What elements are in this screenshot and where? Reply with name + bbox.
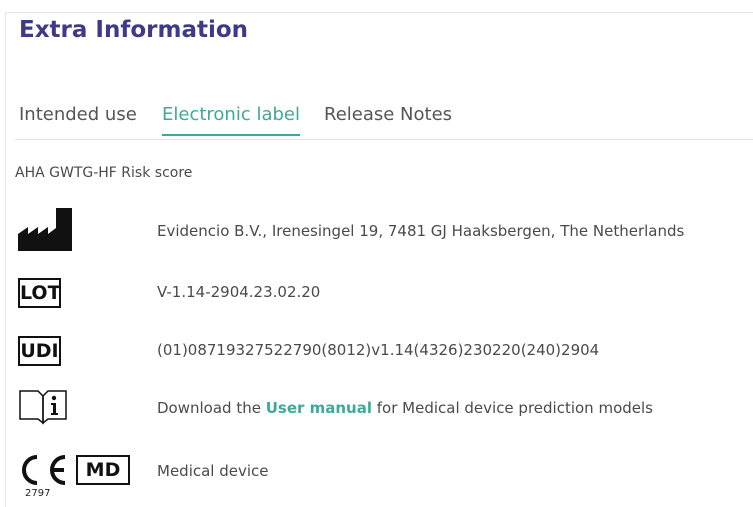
manufacturer-icon [18,208,72,251]
instructions-for-use-icon [19,390,67,425]
tab-electronic-label[interactable]: Electronic label [162,104,300,136]
lot-icon: LOT [18,278,61,308]
medical-device-text: Medical device [157,462,269,480]
tab-bar: Intended use Electronic label Release No… [15,100,753,140]
model-name: AHA GWTG-HF Risk score [15,165,193,181]
tab-release-notes[interactable]: Release Notes [324,104,452,134]
lot-text: V-1.14-2904.23.02.20 [157,283,321,301]
udi-text: (01)08719327522790(8012)v1.14(4326)23022… [157,341,600,359]
ce-mark-icon [22,455,66,485]
manual-text: Download the User manual for Medical dev… [157,399,653,417]
tab-intended-use[interactable]: Intended use [19,104,137,134]
medical-device-icon: MD [76,455,130,485]
manual-prefix: Download the [157,399,266,417]
ce-notified-body-number: 2797 [25,488,51,499]
manual-suffix: for Medical device prediction models [372,399,653,417]
udi-icon: UDI [18,336,61,366]
manufacturer-text: Evidencio B.V., Irenesingel 19, 7481 GJ … [157,222,685,240]
extra-information-panel [5,12,753,507]
panel-title: Extra Information [19,17,249,43]
user-manual-link[interactable]: User manual [266,399,372,417]
